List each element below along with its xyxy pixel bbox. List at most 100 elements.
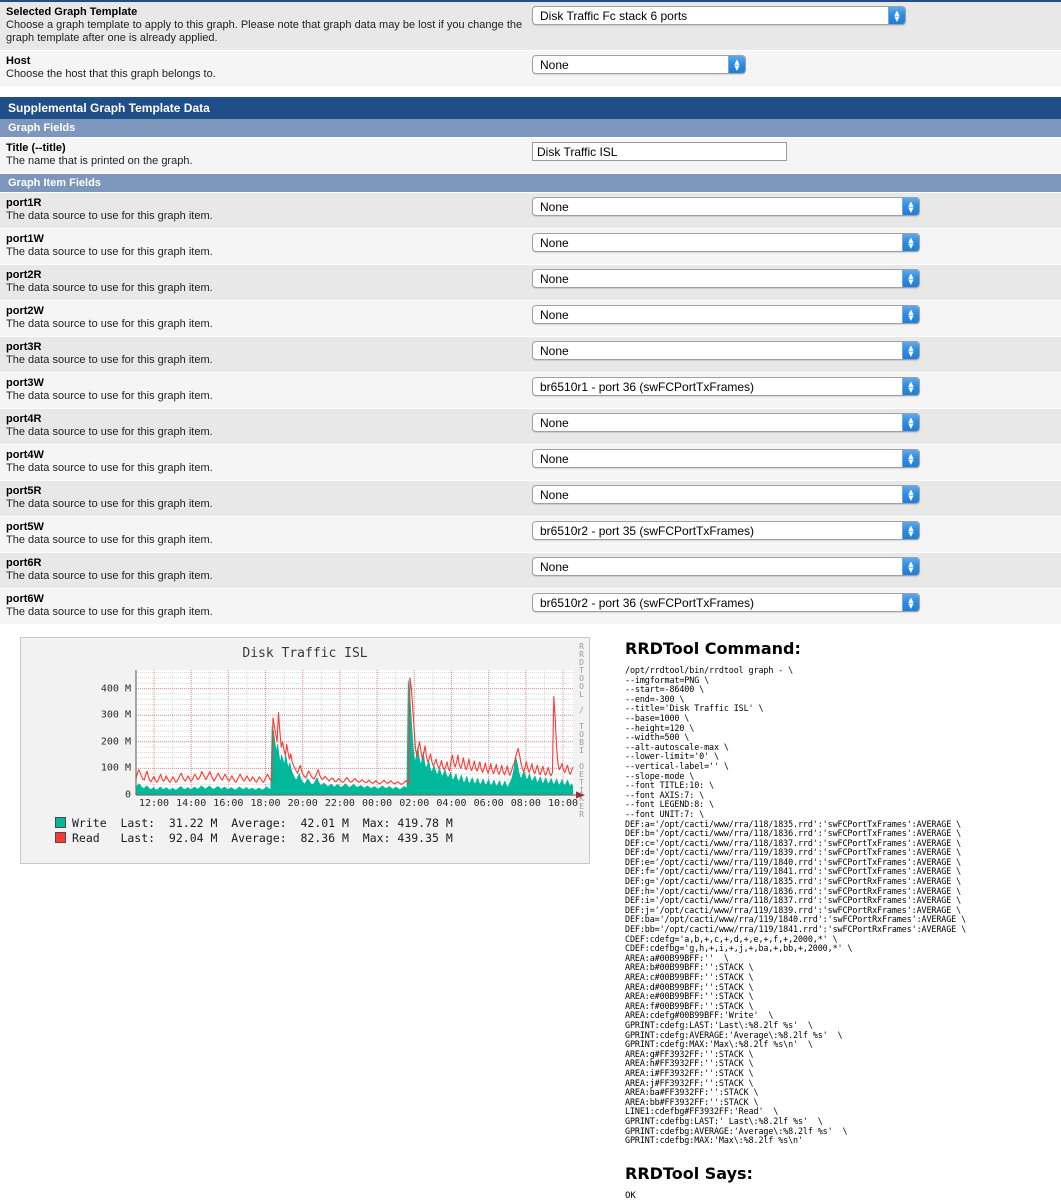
chevron-updown-icon[interactable]: ▲ ▼: [902, 414, 919, 431]
graph-title: Disk Traffic ISL: [242, 646, 368, 661]
field-cell-host: None ▲ ▼: [532, 51, 1061, 79]
port1r-datasource-dropdown[interactable]: None ▲ ▼: [532, 197, 920, 216]
chevron-updown-icon[interactable]: ▲ ▼: [902, 234, 919, 251]
field-desc-title: The name that is printed on the graph.: [6, 155, 193, 167]
row-graph-item-port6r: port6R The data source to use for this gr…: [0, 553, 1061, 589]
port2r-datasource-dropdown[interactable]: None ▲ ▼: [532, 269, 920, 288]
port3w-datasource-dropdown[interactable]: br6510r1 - port 36 (swFCPortTxFrames) ▲ ▼: [532, 377, 920, 396]
chart-area-write: [136, 680, 573, 795]
chevron-updown-icon[interactable]: ▲ ▼: [902, 522, 919, 539]
label-cell-host: Host Choose the host that this graph bel…: [0, 51, 532, 86]
field-cell-port6w: br6510r2 - port 36 (swFCPortTxFrames) ▲ ▼: [532, 589, 1061, 617]
rrdtool-says-text: OK: [625, 1190, 636, 1201]
label-cell-port2r: port2R The data source to use for this gr…: [0, 265, 532, 300]
row-graph-item-port4r: port4R The data source to use for this gr…: [0, 409, 1061, 445]
chevron-updown-icon[interactable]: ▲ ▼: [902, 558, 919, 575]
port4r-datasource-dropdown[interactable]: None ▲ ▼: [532, 413, 920, 432]
field-desc-port1r: The data source to use for this graph it…: [6, 210, 213, 222]
y-axis-tick-label: 300 M: [100, 709, 131, 721]
port6r-datasource-value: None: [540, 560, 569, 574]
chevron-updown-icon[interactable]: ▲ ▼: [902, 342, 919, 359]
port5r-datasource-dropdown[interactable]: None ▲ ▼: [532, 485, 920, 504]
field-cell-port2r: None ▲ ▼: [532, 265, 1061, 293]
row-graph-item-port5r: port5R The data source to use for this gr…: [0, 481, 1061, 517]
field-cell-port4w: None ▲ ▼: [532, 445, 1061, 473]
x-axis-tick-label: 20:00: [287, 798, 318, 809]
label-cell-title: Title (--title) The name that is printed…: [0, 138, 532, 173]
field-desc-port2r: The data source to use for this graph it…: [6, 282, 213, 294]
port6w-datasource-value: br6510r2 - port 36 (swFCPortTxFrames): [540, 596, 755, 610]
selected-graph-template-value: Disk Traffic Fc stack 6 ports: [540, 9, 688, 23]
field-desc-port6r: The data source to use for this graph it…: [6, 570, 213, 582]
chevron-updown-icon[interactable]: ▲ ▼: [902, 486, 919, 503]
port6w-datasource-dropdown[interactable]: br6510r2 - port 36 (swFCPortTxFrames) ▲ ▼: [532, 593, 920, 612]
field-cell-port2w: None ▲ ▼: [532, 301, 1061, 329]
field-cell-port6r: None ▲ ▼: [532, 553, 1061, 581]
x-axis-tick-label: 00:00: [362, 798, 393, 809]
row-graph-item-port4w: port4W The data source to use for this gr…: [0, 445, 1061, 481]
field-name-port2r: port2R: [6, 269, 42, 281]
lower-area: Disk Traffic ISL RRDTOOL / TOBI OETIKER …: [0, 635, 1061, 1201]
chevron-updown-icon[interactable]: ▲ ▼: [902, 594, 919, 611]
port3r-datasource-dropdown[interactable]: None ▲ ▼: [532, 341, 920, 360]
row-graph-item-port2r: port2R The data source to use for this gr…: [0, 265, 1061, 301]
chevron-updown-icon[interactable]: ▲ ▼: [902, 378, 919, 395]
field-desc-port4w: The data source to use for this graph it…: [6, 462, 213, 474]
x-axis-tick-label: 08:00: [510, 798, 541, 809]
port5r-datasource-value: None: [540, 488, 569, 502]
field-name-port4w: port4W: [6, 449, 44, 461]
row-graph-item-port6w: port6W The data source to use for this gr…: [0, 589, 1061, 625]
field-name-title: Title (--title): [6, 142, 66, 154]
rrdtool-command-panel: RRDTool Command: /opt/rrdtool/bin/rrdtoo…: [625, 635, 1055, 1201]
chevron-updown-icon[interactable]: ▲ ▼: [902, 270, 919, 287]
selected-graph-template-dropdown[interactable]: Disk Traffic Fc stack 6 ports ▲ ▼: [532, 6, 906, 25]
host-dropdown[interactable]: None ▲ ▼: [532, 55, 746, 74]
legend-row: Read Last: 92.04 M Average: 82.36 M Max:…: [55, 831, 453, 846]
subsection-header-graph-fields: Graph Fields: [0, 119, 1061, 138]
port4w-datasource-dropdown[interactable]: None ▲ ▼: [532, 449, 920, 468]
y-axis-tick-label: 200 M: [100, 736, 131, 748]
graph-item-rows: port1R The data source to use for this gr…: [0, 193, 1061, 625]
port2w-datasource-dropdown[interactable]: None ▲ ▼: [532, 305, 920, 324]
field-desc-port3w: The data source to use for this graph it…: [6, 390, 213, 402]
row-graph-item-port3r: port3R The data source to use for this gr…: [0, 337, 1061, 373]
chevron-updown-icon[interactable]: ▲ ▼: [888, 7, 905, 24]
field-desc-port3r: The data source to use for this graph it…: [6, 354, 213, 366]
x-axis-tick-label: 04:00: [436, 798, 467, 809]
x-axis-tick-label: 14:00: [176, 798, 207, 809]
chart-svg: [135, 670, 585, 799]
x-axis-tick-label: 02:00: [399, 798, 430, 809]
graph-plot-area: [135, 670, 585, 799]
label-cell-port3w: port3W The data source to use for this gr…: [0, 373, 532, 408]
label-cell-port6w: port6W The data source to use for this gr…: [0, 589, 532, 624]
label-cell-port6r: port6R The data source to use for this gr…: [0, 553, 532, 588]
label-cell-port4w: port4W The data source to use for this gr…: [0, 445, 532, 480]
label-cell-port1r: port1R The data source to use for this gr…: [0, 193, 532, 228]
chevron-updown-icon[interactable]: ▲ ▼: [902, 450, 919, 467]
port1w-datasource-dropdown[interactable]: None ▲ ▼: [532, 233, 920, 252]
chevron-updown-icon[interactable]: ▲ ▼: [728, 56, 745, 73]
subsection-header-graph-item-fields: Graph Item Fields: [0, 174, 1061, 193]
field-cell-port1r: None ▲ ▼: [532, 193, 1061, 221]
x-axis-tick-label: 16:00: [213, 798, 244, 809]
rrdtool-command-text: /opt/rrdtool/bin/rrdtool graph - \ --img…: [625, 665, 967, 1146]
port5w-datasource-value: br6510r2 - port 35 (swFCPortTxFrames): [540, 524, 755, 538]
chevron-updown-icon[interactable]: ▲ ▼: [902, 306, 919, 323]
label-cell-port1w: port1W The data source to use for this gr…: [0, 229, 532, 264]
field-cell-port3r: None ▲ ▼: [532, 337, 1061, 365]
row-graph-item-port3w: port3W The data source to use for this gr…: [0, 373, 1061, 409]
row-graph-item-port1w: port1W The data source to use for this gr…: [0, 229, 1061, 265]
field-name-host: Host: [6, 55, 31, 67]
field-name-selected-graph-template: Selected Graph Template: [6, 6, 138, 18]
label-cell-selected-graph-template: Selected Graph Template Choose a graph t…: [0, 2, 532, 50]
port5w-datasource-dropdown[interactable]: br6510r2 - port 35 (swFCPortTxFrames) ▲ ▼: [532, 521, 920, 540]
x-axis-tick-label: 06:00: [473, 798, 504, 809]
title-input[interactable]: [532, 142, 787, 161]
field-name-port3w: port3W: [6, 377, 44, 389]
field-name-port5r: port5R: [6, 485, 42, 497]
chevron-updown-icon[interactable]: ▲ ▼: [902, 198, 919, 215]
field-name-port1w: port1W: [6, 233, 44, 245]
port4r-datasource-value: None: [540, 416, 569, 430]
port6r-datasource-dropdown[interactable]: None ▲ ▼: [532, 557, 920, 576]
port3r-datasource-value: None: [540, 344, 569, 358]
